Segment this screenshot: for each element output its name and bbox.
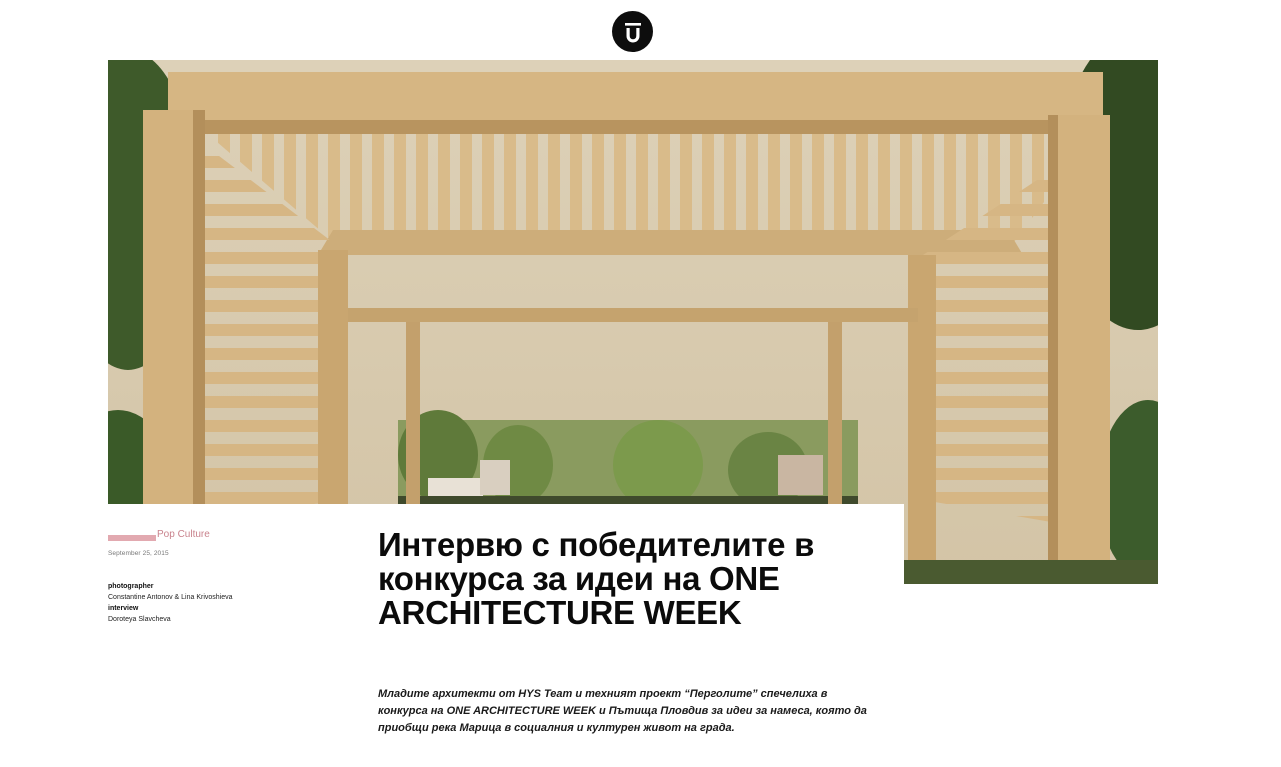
credit-role: interview [108, 605, 139, 612]
credit-name: Doroteya Slavcheva [108, 616, 171, 623]
category-tag[interactable]: Pop Culture [108, 527, 210, 541]
article-title: Интервю с победителите в конкурса за иде… [378, 526, 815, 631]
article-lead: Младите архитекти от HYS Team и техният … [378, 688, 867, 734]
category-bar [108, 535, 156, 541]
credits: photographer Constantine Antonov & Lina … [108, 581, 233, 625]
publish-date: September 25, 2015 [108, 550, 169, 557]
credit-name: Constantine Antonov & Lina Krivoshieva [108, 594, 233, 601]
meta-panel-bg [108, 504, 358, 584]
u-logo-icon [624, 22, 641, 42]
category-label[interactable]: Pop Culture [157, 529, 210, 540]
site-logo[interactable] [612, 11, 653, 52]
credit-role: photographer [108, 583, 154, 590]
